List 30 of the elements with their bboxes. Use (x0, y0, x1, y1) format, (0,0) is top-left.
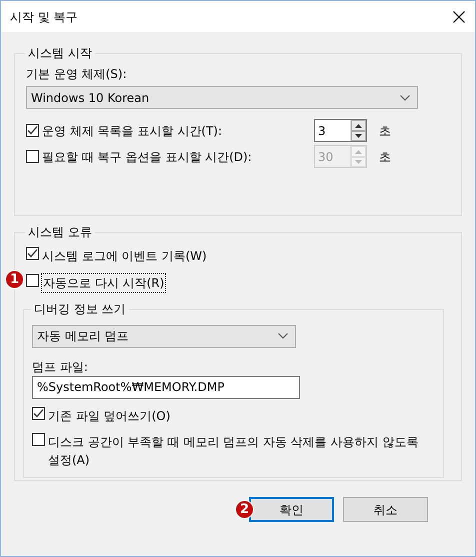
cancel-button[interactable]: 취소 (343, 497, 428, 522)
checkbox[interactable] (32, 406, 45, 420)
checkbox[interactable] (26, 124, 39, 138)
chevron-down-icon (278, 333, 288, 340)
field-label: 기본 운영 체제(S): (26, 66, 128, 84)
group-title: 시스템 시작 (27, 46, 93, 60)
step-badge: 1 (5, 270, 24, 290)
checkbox[interactable] (26, 247, 39, 260)
text-field[interactable]: %SystemRoot%₩MEMORY.DMP (32, 376, 300, 399)
checkbox[interactable] (32, 432, 45, 446)
ok-button[interactable]: 확인 (249, 497, 334, 522)
group-title: 디버깅 정보 쓰기 (33, 302, 127, 317)
window-title: 시작 및 복구 (10, 8, 78, 26)
checkbox[interactable] (26, 274, 39, 288)
group-title: 시스템 오류 (27, 225, 93, 240)
unit-label: 초 (379, 122, 391, 140)
checkbox-label: 디스크 공간이 부족할 때 메모리 덤프의 자동 삭제를 사용하지 않도록 설정(A) (48, 434, 420, 469)
chevron-down-icon (400, 94, 410, 101)
checkbox-label: 시스템 로그에 이벤트 기록(W) (42, 248, 207, 266)
checkbox-label: 운영 체제 목록을 표시할 시간(T): (42, 122, 222, 140)
checkbox-label: 기존 파일 덮어쓰기(O) (48, 408, 170, 425)
unit-label: 초 (379, 148, 391, 166)
step-badge: 2 (235, 500, 254, 519)
checkbox-label: 필요할 때 복구 옵션을 표시할 시간(D): (42, 148, 252, 166)
field-label: 덤프 파일: (32, 358, 89, 376)
number-spinner[interactable]: 3 (314, 119, 367, 142)
close-icon[interactable] (453, 10, 465, 22)
dropdown[interactable]: Windows 10 Korean (26, 86, 418, 110)
checkbox-label: 자동으로 다시 시작(R) (42, 274, 166, 292)
dropdown[interactable]: 자동 메모리 덤프 (32, 324, 296, 348)
